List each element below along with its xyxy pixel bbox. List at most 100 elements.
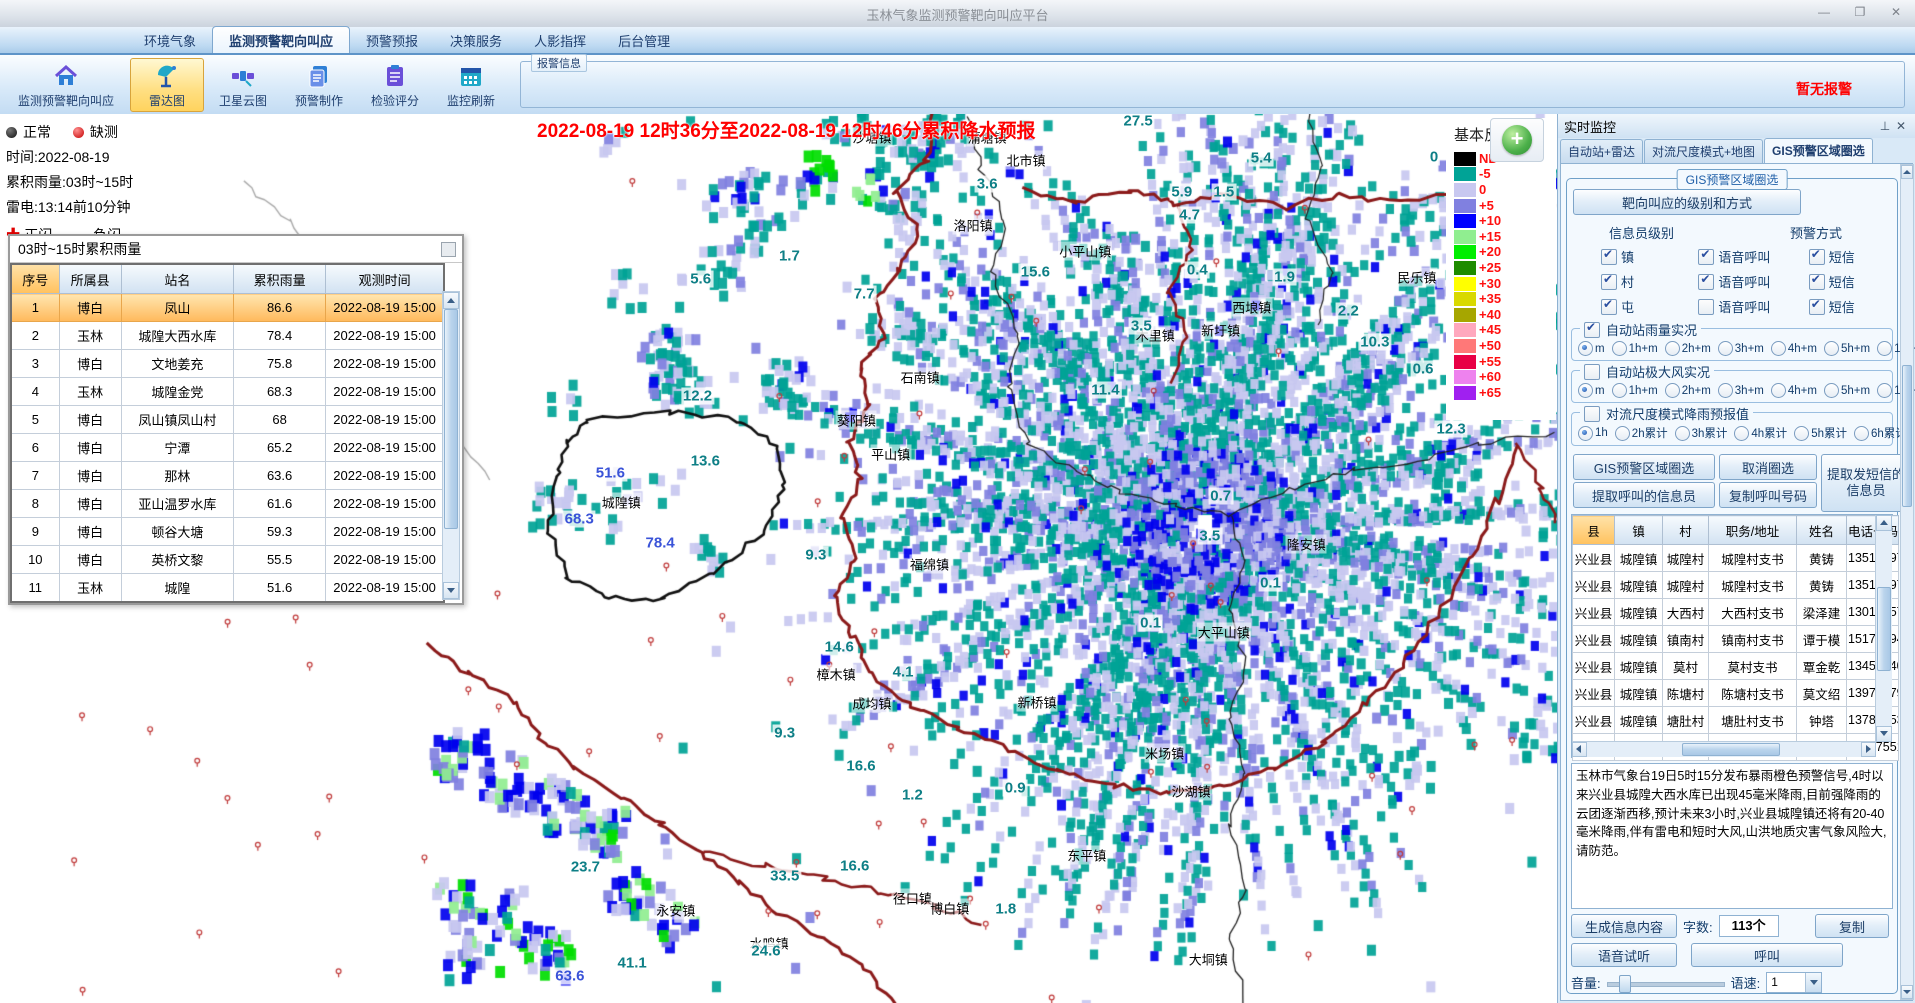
contact-row[interactable]: 兴业县城隍镇莫村莫村支书覃金乾134575405: [1573, 653, 1899, 680]
auto-wind-radio-5h+m[interactable]: 5h+m: [1824, 383, 1870, 398]
rain-table-row[interactable]: 7博白那林63.62022-08-19 15:00: [11, 462, 444, 490]
rain-col-header[interactable]: 序号: [11, 264, 59, 294]
voice-preview-button[interactable]: 语音试听: [1571, 943, 1677, 967]
contact-col-header[interactable]: 职务/地址: [1709, 516, 1797, 545]
auto-rain-radio-1h+m[interactable]: 1h+m: [1612, 341, 1658, 356]
combo-dropdown-icon[interactable]: [1805, 973, 1821, 992]
radar-map[interactable]: 沙塘镇蒲塘镇北市镇洛阳镇小平山镇民乐镇山心镇石南镇葵阳镇平山镇城隍镇福绵镇大平山…: [0, 114, 1557, 1003]
rain-col-header[interactable]: 观测时间: [326, 264, 444, 294]
sms-checkbox-村[interactable]: [1809, 274, 1825, 290]
model-rain-radio-4h累计[interactable]: 4h累计: [1734, 425, 1787, 441]
rain-table-scrollbar[interactable]: [442, 291, 460, 600]
volume-slider-thumb[interactable]: [1619, 975, 1631, 993]
rain-table-row[interactable]: 6博白宁潭65.22022-08-19 15:00: [11, 434, 444, 462]
score-button[interactable]: 检验评分: [358, 58, 432, 112]
auto-rain-radio-4h+m[interactable]: 4h+m: [1771, 341, 1817, 356]
contact-row[interactable]: 兴业县城隍镇塘肚村塘肚村支书钟塔137885534: [1573, 707, 1899, 734]
contact-col-header[interactable]: 镇: [1615, 516, 1663, 545]
monitor-tab-GIS预警区域圈选[interactable]: GIS预警区域圈选: [1764, 138, 1873, 163]
rain-table-row[interactable]: 3博白文地姜充75.82022-08-19 15:00: [11, 350, 444, 378]
auto-wind-radio-1h+m[interactable]: 1h+m: [1612, 383, 1658, 398]
menu-tab-人影指挥[interactable]: 人影指挥: [518, 27, 602, 53]
model-rain-checkbox[interactable]: [1584, 406, 1600, 422]
contact-row[interactable]: 兴业县城隍镇大西村大西村支书梁泽建130149571: [1573, 599, 1899, 626]
level-checkbox-村[interactable]: [1601, 274, 1617, 290]
monitor-tab-对流尺度模式+地图[interactable]: 对流尺度模式+地图: [1644, 139, 1763, 163]
contact-row[interactable]: 兴业县城隍镇陈塘村陈塘村支书莫文绍139775796: [1573, 680, 1899, 707]
auto-wind-radio-2h+m[interactable]: 2h+m: [1665, 383, 1711, 398]
rain-table-row[interactable]: 4玉林城隍金党68.32022-08-19 15:00: [11, 378, 444, 406]
auto-rain-radio-m[interactable]: m: [1578, 341, 1605, 356]
voice-call-checkbox-镇[interactable]: [1698, 249, 1714, 265]
auto-rain-radio-5h+m[interactable]: 5h+m: [1824, 341, 1870, 356]
menu-tab-后台管理[interactable]: 后台管理: [602, 27, 686, 53]
pin-icon[interactable]: ⊥: [1877, 119, 1893, 133]
rain-col-header[interactable]: 站名: [121, 264, 233, 294]
contact-row[interactable]: 兴业县城隍镇镇南村镇南村支书谭于模151775946: [1573, 626, 1899, 653]
call-level-mode-button[interactable]: 靶向叫应的级别和方式: [1573, 189, 1801, 215]
auto-wind-radio-m[interactable]: m: [1578, 383, 1605, 398]
extract-call-informer-button[interactable]: 提取呼叫的信息员: [1573, 482, 1715, 508]
contact-row[interactable]: 兴业县城隍镇城隍村城隍村支书黄铸135176975: [1573, 572, 1899, 599]
auto-rain-radio-2h+m[interactable]: 2h+m: [1665, 341, 1711, 356]
home-button[interactable]: 监测预警靶向叫应: [4, 58, 128, 112]
contact-table-hscrollbar[interactable]: [1572, 741, 1876, 757]
make-button[interactable]: 预警制作: [282, 58, 356, 112]
auto-wind-radio-4h+m[interactable]: 4h+m: [1771, 383, 1817, 398]
voice-call-checkbox-村[interactable]: [1698, 274, 1714, 290]
model-rain-radio-3h累计[interactable]: 3h累计: [1675, 425, 1728, 441]
warning-message-textarea[interactable]: 玉林市气象台19日5时15分发布暴雨橙色预警信号,4时以来兴业县城隍大西水库已出…: [1571, 763, 1893, 909]
satellite-button[interactable]: 卫星云图: [206, 58, 280, 112]
gis-select-button[interactable]: GIS预警区域圈选: [1573, 454, 1715, 480]
contact-col-header[interactable]: 姓名: [1797, 516, 1847, 545]
sms-checkbox-镇[interactable]: [1809, 249, 1825, 265]
radar-button[interactable]: 雷达图: [130, 58, 204, 112]
model-rain-radio-6h累计[interactable]: 6h累计: [1854, 425, 1907, 441]
rain-table-row[interactable]: 5博白凤山镇凤山村682022-08-19 15:00: [11, 406, 444, 434]
call-button[interactable]: 呼叫: [1691, 943, 1843, 967]
model-rain-radio-5h累计[interactable]: 5h累计: [1794, 425, 1847, 441]
panel-close-icon[interactable]: ✕: [1893, 119, 1909, 133]
monitor-tab-自动站+雷达[interactable]: 自动站+雷达: [1560, 139, 1643, 163]
level-checkbox-屯[interactable]: [1601, 299, 1617, 315]
extract-sms-informer-button[interactable]: 提取发短信的信息员: [1821, 454, 1911, 512]
contact-col-header[interactable]: 县: [1573, 516, 1615, 545]
copy-button[interactable]: 复制: [1815, 914, 1889, 938]
voice-call-checkbox-屯[interactable]: [1698, 299, 1714, 315]
rain-table-row[interactable]: 2玉林城隍大西水库78.42022-08-19 15:00: [11, 322, 444, 350]
rain-table-row[interactable]: 9博白顿谷大塘59.32022-08-19 15:00: [11, 518, 444, 546]
model-rain-radio-2h累计[interactable]: 2h累计: [1615, 425, 1668, 441]
panel-scrollbar[interactable]: [1900, 164, 1914, 1000]
rain-table-row[interactable]: 1博白凤山86.62022-08-19 15:00: [11, 294, 444, 322]
contact-col-header[interactable]: 村: [1663, 516, 1709, 545]
rain-table-row[interactable]: 10博白英桥文黎55.52022-08-19 15:00: [11, 546, 444, 574]
auto-rain-radio-3h+m[interactable]: 3h+m: [1718, 341, 1764, 356]
model-rain-radio-1h[interactable]: 1h: [1578, 426, 1608, 441]
cancel-select-button[interactable]: 取消圈选: [1719, 454, 1817, 480]
refresh-button[interactable]: 监控刷新: [434, 58, 508, 112]
menu-tab-预警预报[interactable]: 预警预报: [350, 27, 434, 53]
speed-combobox[interactable]: 1: [1766, 972, 1822, 993]
auto-wind-checkbox[interactable]: [1584, 364, 1600, 380]
volume-slider[interactable]: [1607, 975, 1725, 991]
rain-col-header[interactable]: 所属县: [59, 264, 121, 294]
generate-message-button[interactable]: 生成信息内容: [1571, 914, 1677, 938]
auto-wind-radio-3h+m[interactable]: 3h+m: [1718, 383, 1764, 398]
menu-tab-决策服务[interactable]: 决策服务: [434, 27, 518, 53]
contact-row[interactable]: 兴业县城隍镇城隍村城隍村支书黄铸135176975: [1573, 545, 1899, 572]
rain-table-row[interactable]: 8博白亚山温罗水库61.62022-08-19 15:00: [11, 490, 444, 518]
level-checkbox-镇[interactable]: [1601, 249, 1617, 265]
menu-tab-环境气象[interactable]: 环境气象: [128, 27, 212, 53]
maximize-icon[interactable]: ❐: [1849, 3, 1871, 21]
minimize-icon[interactable]: —: [1813, 3, 1835, 21]
close-icon[interactable]: ✕: [1885, 3, 1907, 21]
auto-rain-checkbox[interactable]: [1584, 322, 1600, 338]
contact-table-vscrollbar[interactable]: [1875, 515, 1892, 742]
copy-call-number-button[interactable]: 复制呼叫号码: [1719, 482, 1817, 508]
rain-col-header[interactable]: 累积雨量: [234, 264, 326, 294]
sms-checkbox-屯[interactable]: [1809, 299, 1825, 315]
menu-tab-监测预警靶向叫应[interactable]: 监测预警靶向叫应: [212, 26, 350, 53]
rain-table-row[interactable]: 11玉林城隍51.62022-08-19 15:00: [11, 574, 444, 603]
zoom-in-button[interactable]: +: [1490, 118, 1544, 162]
table-window-icon[interactable]: [441, 242, 456, 257]
